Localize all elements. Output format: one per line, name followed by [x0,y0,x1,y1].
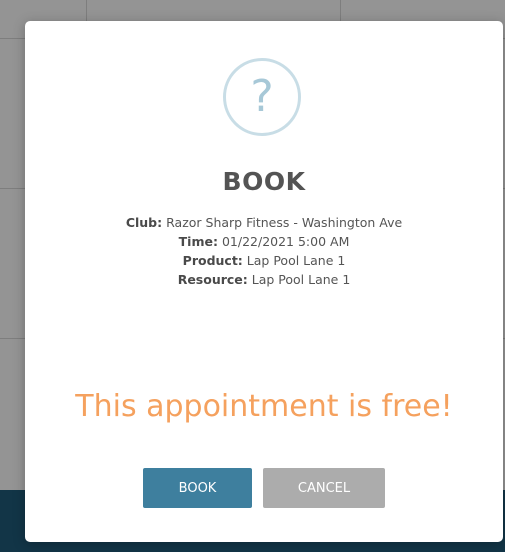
detail-value: 01/22/2021 5:00 AM [221,234,350,249]
detail-label: Product: [182,253,243,268]
detail-label: Resource: [177,272,248,287]
dialog-title: BOOK [222,167,306,196]
book-button[interactable]: BOOK [143,468,252,508]
price-message: This appointment is free! [75,389,453,424]
booking-confirmation-dialog: ? BOOK Club: Razor Sharp Fitness - Washi… [25,21,503,542]
cancel-button[interactable]: CANCEL [263,468,385,508]
detail-row-club: Club: Razor Sharp Fitness - Washington A… [25,213,503,232]
question-mark-glyph: ? [250,71,274,122]
detail-value: Razor Sharp Fitness - Washington Ave [166,215,403,230]
appointment-details: Club: Razor Sharp Fitness - Washington A… [25,213,503,289]
detail-label: Club: [125,215,163,230]
detail-label: Time: [178,234,218,249]
detail-row-product: Product: Lap Pool Lane 1 [25,251,503,270]
detail-value: Lap Pool Lane 1 [246,253,346,268]
detail-row-time: Time: 01/22/2021 5:00 AM [25,232,503,251]
question-icon: ? [223,58,301,136]
detail-value: Lap Pool Lane 1 [251,272,351,287]
detail-row-resource: Resource: Lap Pool Lane 1 [25,270,503,289]
